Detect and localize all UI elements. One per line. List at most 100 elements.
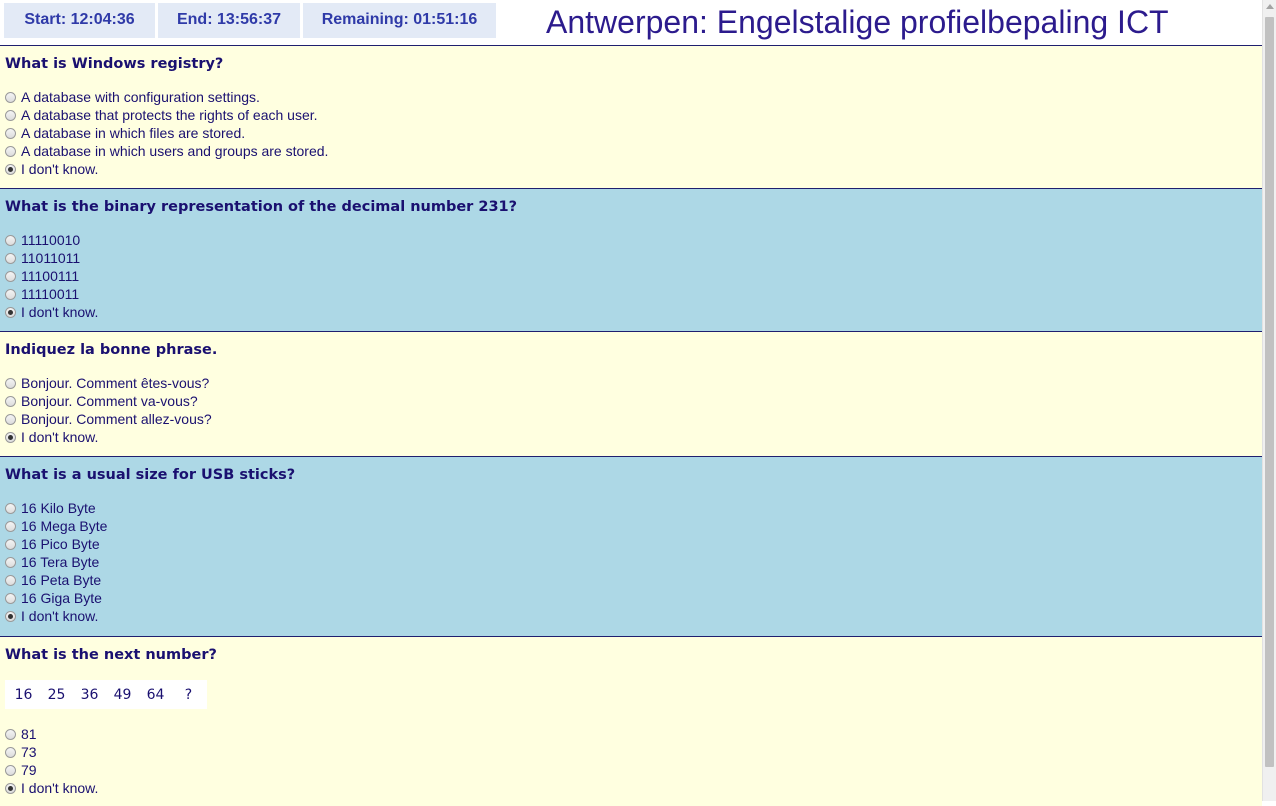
scrollbar-thumb[interactable] (1265, 17, 1274, 767)
sequence-number: 49 (113, 686, 132, 703)
answer-label[interactable]: 73 (21, 744, 37, 760)
answer-option[interactable]: A database in which files are stored. (5, 124, 1262, 142)
question-block: What is the next number? 16 25 36 49 64? 81 73 7… (0, 636, 1262, 806)
answer-label[interactable]: A database in which users and groups are… (21, 143, 328, 159)
answer-options: A database with configuration settings. A… (5, 88, 1262, 178)
question-block: What is a usual size for USB sticks? 16 K… (0, 456, 1262, 636)
answer-option[interactable]: 16 Pico Byte (5, 535, 1262, 553)
sequence-number: 16 (14, 686, 33, 703)
radio-button[interactable] (5, 502, 16, 514)
radio-button[interactable] (5, 592, 16, 604)
answer-option[interactable]: 81 (5, 725, 1262, 743)
answer-label[interactable]: I don't know. (21, 780, 98, 796)
answer-option[interactable]: A database that protects the rights of e… (5, 106, 1262, 124)
answer-label[interactable]: I don't know. (21, 161, 98, 177)
radio-button[interactable] (5, 538, 16, 550)
question-list: What is Windows registry? A database with… (0, 45, 1262, 806)
answer-label[interactable]: I don't know. (21, 608, 98, 624)
radio-button[interactable] (5, 395, 16, 407)
answer-option[interactable]: 11110010 (5, 231, 1262, 249)
answer-label[interactable]: 16 Giga Byte (21, 590, 102, 606)
answer-label[interactable]: I don't know. (21, 304, 98, 320)
radio-button[interactable] (5, 252, 16, 264)
answer-options: Bonjour. Comment êtes-vous? Bonjour. Comm… (5, 374, 1262, 446)
radio-button[interactable] (5, 306, 16, 318)
radio-button[interactable] (5, 431, 16, 443)
answer-option[interactable]: 16 Peta Byte (5, 571, 1262, 589)
answer-label[interactable]: 11110011 (21, 286, 79, 302)
radio-button[interactable] (5, 145, 16, 157)
answer-option[interactable]: 16 Giga Byte (5, 589, 1262, 607)
answer-option[interactable]: I don't know. (5, 779, 1262, 797)
answer-option[interactable]: Bonjour. Comment va-vous? (5, 392, 1262, 410)
answer-label[interactable]: A database with configuration settings. (21, 89, 260, 105)
vertical-scrollbar[interactable] (1262, 0, 1276, 801)
question-block: What is Windows registry? A database with… (0, 45, 1262, 188)
radio-button[interactable] (5, 782, 16, 794)
answer-option[interactable]: I don't know. (5, 428, 1262, 446)
end-time: End: 13:56:37 (158, 3, 300, 38)
answer-label[interactable]: 16 Kilo Byte (21, 500, 96, 516)
answer-label[interactable]: 11011011 (21, 250, 80, 266)
answer-option[interactable]: 16 Tera Byte (5, 553, 1262, 571)
radio-button[interactable] (5, 574, 16, 586)
answer-option[interactable]: I don't know. (5, 303, 1262, 321)
answer-label[interactable]: 81 (21, 726, 37, 742)
question-text: What is a usual size for USB sticks? (5, 467, 296, 483)
sequence-number: 64 (146, 686, 165, 703)
answer-label[interactable]: Bonjour. Comment va-vous? (21, 393, 198, 409)
answer-option[interactable]: 16 Mega Byte (5, 517, 1262, 535)
radio-button[interactable] (5, 109, 16, 121)
answer-label[interactable]: I don't know. (21, 429, 98, 445)
radio-button[interactable] (5, 728, 16, 740)
answer-label[interactable]: 79 (21, 762, 37, 778)
answer-option[interactable]: 16 Kilo Byte (5, 499, 1262, 517)
quiz-page: Start: 12:04:36 End: 13:56:37 Remaining:… (0, 0, 1262, 806)
radio-button[interactable] (5, 746, 16, 758)
question-text: What is the binary representation of the… (5, 199, 518, 215)
answer-label[interactable]: Bonjour. Comment allez-vous? (21, 411, 212, 427)
answer-option[interactable]: Bonjour. Comment allez-vous? (5, 410, 1262, 428)
answer-option[interactable]: 11011011 (5, 249, 1262, 267)
sequence-number: ? (184, 686, 193, 703)
number-sequence: 16 25 36 49 64? (5, 680, 207, 709)
answer-option[interactable]: 73 (5, 743, 1262, 761)
answer-label[interactable]: 16 Pico Byte (21, 536, 100, 552)
answer-label[interactable]: 16 Tera Byte (21, 554, 99, 570)
question-text: What is the next number? (5, 647, 217, 663)
answer-option[interactable]: Bonjour. Comment êtes-vous? (5, 374, 1262, 392)
sequence-number: 36 (80, 686, 99, 703)
radio-button[interactable] (5, 91, 16, 103)
radio-button[interactable] (5, 288, 16, 300)
question-text: What is Windows registry? (5, 56, 224, 72)
radio-button[interactable] (5, 234, 16, 246)
radio-button[interactable] (5, 413, 16, 425)
answer-label[interactable]: A database that protects the rights of e… (21, 107, 318, 123)
header: Start: 12:04:36 End: 13:56:37 Remaining:… (0, 0, 1262, 45)
answer-options: 16 Kilo Byte 16 Mega Byte 16 Pico Byte 16 T… (5, 499, 1262, 625)
radio-button[interactable] (5, 163, 16, 175)
radio-button[interactable] (5, 127, 16, 139)
radio-button[interactable] (5, 520, 16, 532)
answer-label[interactable]: 16 Mega Byte (21, 518, 107, 534)
answer-option[interactable]: 11100111 (5, 267, 1262, 285)
answer-option[interactable]: A database in which users and groups are… (5, 142, 1262, 160)
answer-option[interactable]: I don't know. (5, 160, 1262, 178)
answer-label[interactable]: 16 Peta Byte (21, 572, 101, 588)
scroll-up-arrow-icon[interactable] (1266, 4, 1274, 9)
answer-label[interactable]: 11110010 (21, 232, 80, 248)
radio-button[interactable] (5, 556, 16, 568)
radio-button[interactable] (5, 610, 16, 622)
answer-option[interactable]: 11110011 (5, 285, 1262, 303)
answer-option[interactable]: 79 (5, 761, 1262, 779)
answer-label[interactable]: Bonjour. Comment êtes-vous? (21, 375, 209, 391)
question-block: Indiquez la bonne phrase. Bonjour. Commen… (0, 331, 1262, 456)
answer-option[interactable]: A database with configuration settings. (5, 88, 1262, 106)
radio-button[interactable] (5, 270, 16, 282)
answer-option[interactable]: I don't know. (5, 607, 1262, 625)
radio-button[interactable] (5, 764, 16, 776)
radio-button[interactable] (5, 377, 16, 389)
answer-label[interactable]: A database in which files are stored. (21, 125, 245, 141)
answer-label[interactable]: 11100111 (21, 268, 79, 284)
page-title: Antwerpen: Engelstalige profielbepaling … (546, 4, 1169, 40)
